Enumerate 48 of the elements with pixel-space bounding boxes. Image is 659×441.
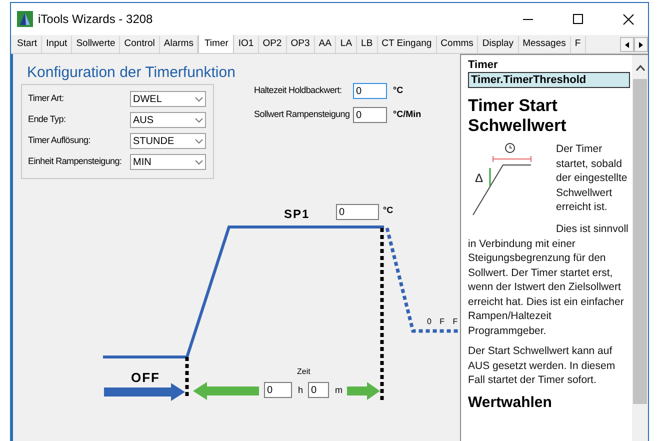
tab[interactable]: Timer — [198, 35, 234, 53]
setpoint-label: SP1 — [284, 208, 310, 220]
help-section-label: Timer — [468, 58, 499, 72]
unit-label: °C/Min — [393, 108, 422, 122]
time-label: Zeit — [297, 368, 310, 376]
close-icon — [622, 14, 634, 24]
tab-scroll-left-button[interactable] — [620, 37, 634, 52]
unit-label: °C — [383, 206, 394, 215]
dropdown[interactable]: AUS — [130, 112, 206, 128]
input-field[interactable]: 0 — [353, 107, 387, 123]
hours-unit: h — [298, 386, 304, 395]
dropdown[interactable]: STUNDE — [130, 133, 206, 149]
minutes-unit: m — [335, 386, 342, 395]
field-label: Haltezeit Holdbackwert: — [254, 84, 343, 98]
scrollbar[interactable] — [632, 55, 648, 441]
right-arrow-icon — [639, 42, 643, 48]
setpoint-input[interactable]: 0 — [336, 204, 379, 220]
maximize-icon — [573, 14, 583, 24]
scrollbar-thumb[interactable] — [633, 79, 647, 404]
setting-label: Timer Auflösung: — [28, 134, 92, 148]
help-heading: Timer Start Schwellwert — [468, 96, 568, 136]
section-title: Konfiguration der Timerfunktion — [27, 64, 236, 82]
threshold-drawing: Δ — [468, 142, 554, 222]
off-label: 0 F F — [427, 318, 461, 326]
dropdown[interactable]: MIN — [130, 154, 206, 170]
field-label: Sollwert Rampensteigung — [254, 108, 351, 122]
setting-label: Einheit Rampensteigung: — [28, 155, 123, 168]
dotted-marker-line — [185, 357, 189, 399]
hours-input[interactable]: 0 — [264, 382, 292, 398]
unit-label: °C — [393, 84, 404, 98]
app-logo-icon — [17, 11, 33, 27]
setting-label: Timer Art: — [28, 92, 65, 106]
scroll-up-icon[interactable] — [636, 65, 644, 71]
setting-label: Ende Typ: — [28, 113, 67, 126]
right-arrow — [347, 382, 380, 400]
dropdown[interactable]: DWEL — [130, 91, 206, 107]
minutes-input[interactable]: 0 — [308, 382, 329, 398]
help-paragraph: Der Timer startet, sobald der eingestellte Schwellwert erreicht ist. — [556, 142, 628, 214]
left-arrow-icon — [625, 42, 629, 48]
help-paragraph: Der Start Schwellwert kann auf AUS gesetzt werden. In diesem Fall startet der Timer sofort. — [468, 344, 616, 388]
off-label: OFF — [131, 371, 160, 384]
help-subheading: Wertwahlen — [468, 394, 553, 412]
parameter-field: Timer.TimerThreshold — [468, 72, 630, 88]
window-title: iTools Wizards - 3208 — [38, 11, 153, 28]
input-field[interactable]: 0 — [353, 83, 387, 99]
help-paragraph: Dies ist sinnvoll in Verbindung mit einer Steigungsbegrenzung für den Sollwert. Der Timer startet erst, wenn der Istwert den Zielsollwert erreicht hat. Dies ist ein einfacher Rampen/Haltezeit Programmgeber. — [468, 222, 630, 338]
tab-scroll-right-button[interactable] — [634, 37, 648, 52]
left-arrow — [193, 382, 259, 400]
